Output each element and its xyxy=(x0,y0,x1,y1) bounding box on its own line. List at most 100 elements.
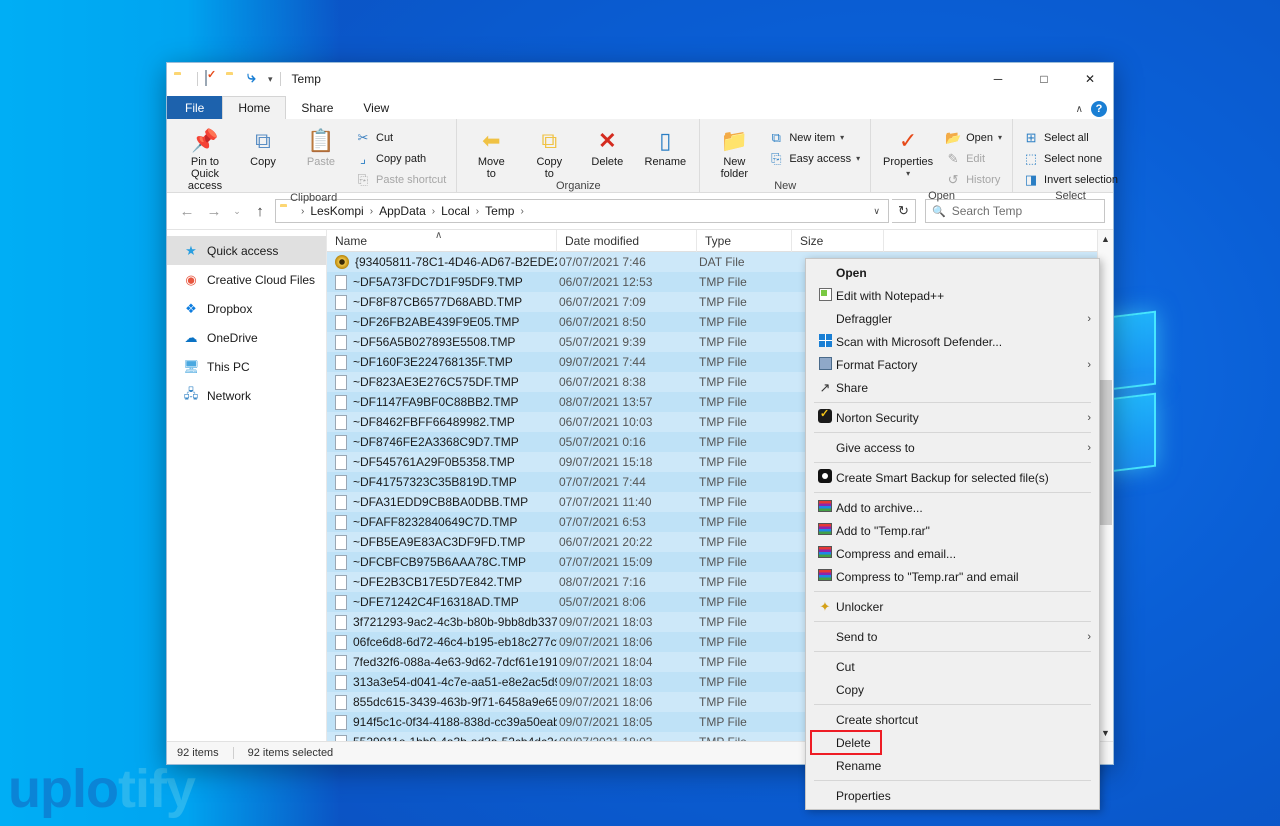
menu-item-open[interactable]: Open xyxy=(806,261,1099,284)
scrollbar-thumb[interactable] xyxy=(1099,380,1112,525)
properties-caret-icon[interactable]: ▾ xyxy=(906,168,910,180)
pin-to-quick-access-button[interactable]: 📌 Pin to Quick access xyxy=(177,123,233,193)
menu-item-cut[interactable]: Cut xyxy=(806,655,1099,678)
invert-selection-button[interactable]: ◨ Invert selection xyxy=(1019,169,1122,190)
menu-item-scan-with-microsoft-defender[interactable]: Scan with Microsoft Defender... xyxy=(806,330,1099,353)
menu-item-format-factory[interactable]: Format Factory › xyxy=(806,353,1099,376)
file-date-cell: 07/07/2021 6:53 xyxy=(559,515,646,529)
navigation-pane: ★ Quick access ◉ Creative Cloud Files ❖ … xyxy=(167,230,327,741)
move-to-button[interactable]: ⬅ Move to xyxy=(463,123,519,181)
history-button[interactable]: ↺ History xyxy=(941,169,1006,190)
ribbon-toolbar: 📌 Pin to Quick access ⧉ Copy 📋 Paste ✂ C… xyxy=(167,119,1118,204)
column-header-name[interactable]: Name ∧ xyxy=(327,229,557,252)
sidebar-item-network[interactable]: 🖧 Network xyxy=(167,381,326,410)
menu-item-norton-security[interactable]: Norton Security › xyxy=(806,406,1099,429)
menu-item-compress-to-temp-rar-and-email[interactable]: Compress to "Temp.rar" and email xyxy=(806,565,1099,588)
move-to-label: Move to xyxy=(477,156,505,180)
tab-share[interactable]: Share xyxy=(286,96,348,119)
copy-to-button[interactable]: ⧉ Copy to xyxy=(521,123,577,181)
paste-button[interactable]: 📋 Paste xyxy=(293,123,349,169)
file-date-cell: 09/07/2021 18:03 xyxy=(559,615,653,629)
menu-item-create-shortcut[interactable]: Create shortcut xyxy=(806,708,1099,731)
menu-item-label: Edit with Notepad++ xyxy=(836,288,945,303)
paste-label: Paste xyxy=(306,156,336,168)
select-all-button[interactable]: ⊞ Select all xyxy=(1019,127,1122,148)
menu-item-label: Rename xyxy=(836,758,882,773)
file-icon xyxy=(335,534,347,550)
scroll-up-arrow-icon[interactable]: ▲ xyxy=(1098,230,1113,247)
file-name-cell: 914f5c1c-0f34-4188-838d-cc39a50eabb3.... xyxy=(327,714,557,730)
breadcrumb-sep-1[interactable]: › xyxy=(369,206,374,217)
redo-icon[interactable]: ⤷ xyxy=(247,70,263,87)
new-item-caret-icon[interactable]: ▾ xyxy=(840,133,844,142)
new-item-button[interactable]: ⧉ New item ▾ xyxy=(764,127,864,148)
menu-item-unlocker[interactable]: ✦ Unlocker xyxy=(806,595,1099,618)
copy-button[interactable]: ⧉ Copy xyxy=(235,123,291,169)
easy-access-button[interactable]: ⎘ Easy access ▾ xyxy=(764,148,864,169)
breadcrumb-appdata[interactable]: AppData xyxy=(376,204,429,218)
properties-icon[interactable] xyxy=(205,70,221,87)
minimize-button[interactable]: ─ xyxy=(975,63,1021,94)
menu-item-rename[interactable]: Rename xyxy=(806,754,1099,777)
sidebar-item-this-pc[interactable]: 🖥 This PC xyxy=(167,352,326,381)
menu-item-create-smart-backup-for-selected-file-s[interactable]: Create Smart Backup for selected file(s) xyxy=(806,466,1099,489)
menu-item-delete[interactable]: Delete xyxy=(806,731,1099,754)
menu-item-share[interactable]: ↗ Share xyxy=(806,376,1099,399)
copy-path-button[interactable]: ⌟ Copy path xyxy=(351,148,450,169)
menu-item-send-to[interactable]: Send to › xyxy=(806,625,1099,648)
breadcrumb-sep-4[interactable]: › xyxy=(519,206,524,217)
breadcrumb-sep-2[interactable]: › xyxy=(431,206,436,217)
column-header-type[interactable]: Type xyxy=(697,229,792,252)
address-dropdown-icon[interactable]: ∨ xyxy=(867,206,886,217)
file-type-cell: TMP File xyxy=(699,355,747,369)
open-button[interactable]: 📂 Open ▾ xyxy=(941,127,1006,148)
paste-shortcut-button[interactable]: ⎘ Paste shortcut xyxy=(351,169,450,190)
sidebar-item-label: Creative Cloud Files xyxy=(207,272,316,287)
breadcrumb-sep-3[interactable]: › xyxy=(475,206,480,217)
menu-item-compress-and-email[interactable]: Compress and email... xyxy=(806,542,1099,565)
sidebar-item-creative-cloud-files[interactable]: ◉ Creative Cloud Files xyxy=(167,265,326,294)
menu-item-edit-with-notepad[interactable]: Edit with Notepad++ xyxy=(806,284,1099,307)
menu-item-properties[interactable]: Properties xyxy=(806,784,1099,807)
breadcrumb-leskompi[interactable]: LesKompi xyxy=(307,204,366,218)
tab-home[interactable]: Home xyxy=(222,96,287,119)
menu-item-copy[interactable]: Copy xyxy=(806,678,1099,701)
rename-button[interactable]: ▯ Rename xyxy=(637,123,693,169)
rename-label: Rename xyxy=(644,156,687,168)
context-menu[interactable]: Open Edit with Notepad++ Defraggler › Scan w… xyxy=(805,258,1100,810)
chevron-up-icon[interactable]: ∧ xyxy=(1076,104,1083,115)
menu-item-add-to-temp-rar[interactable]: Add to "Temp.rar" xyxy=(806,519,1099,542)
edit-button[interactable]: ✎ Edit xyxy=(941,148,1006,169)
delete-button[interactable]: ✕ Delete xyxy=(579,123,635,169)
sidebar-item-quick-access[interactable]: ★ Quick access xyxy=(167,236,326,265)
file-type-cell: TMP File xyxy=(699,315,747,329)
easy-access-caret-icon[interactable]: ▾ xyxy=(856,154,860,163)
menu-item-add-to-archive[interactable]: Add to archive... xyxy=(806,496,1099,519)
column-header-date-modified[interactable]: Date modified xyxy=(557,229,697,252)
folder-icon[interactable] xyxy=(174,71,190,87)
status-divider xyxy=(232,747,234,759)
breadcrumb-local[interactable]: Local xyxy=(438,204,473,218)
scroll-down-arrow-icon[interactable]: ▼ xyxy=(1098,724,1113,741)
tab-view[interactable]: View xyxy=(348,96,404,119)
tab-file[interactable]: File xyxy=(167,96,223,119)
select-none-button[interactable]: ⬚ Select none xyxy=(1019,148,1122,169)
new-folder-button[interactable]: 📁 New folder xyxy=(706,123,762,181)
breadcrumb-temp[interactable]: Temp xyxy=(482,204,517,218)
file-name-cell: ~DF8462FBFF66489982.TMP xyxy=(327,414,557,430)
file-type-cell: TMP File xyxy=(699,515,747,529)
cut-button[interactable]: ✂ Cut xyxy=(351,127,450,148)
column-header-size[interactable]: Size xyxy=(792,229,884,252)
help-icon[interactable]: ? xyxy=(1091,101,1107,117)
sidebar-item-onedrive[interactable]: ☁ OneDrive xyxy=(167,323,326,352)
close-button[interactable]: ✕ xyxy=(1067,63,1113,94)
menu-item-defraggler[interactable]: Defraggler › xyxy=(806,307,1099,330)
sidebar-item-label: This PC xyxy=(207,359,250,374)
menu-item-give-access-to[interactable]: Give access to › xyxy=(806,436,1099,459)
properties-button[interactable]: ✓ Properties ▾ xyxy=(877,123,939,180)
maximize-button[interactable]: □ xyxy=(1021,63,1067,94)
customize-caret-icon[interactable]: ▾ xyxy=(268,74,273,85)
sidebar-item-dropbox[interactable]: ❖ Dropbox xyxy=(167,294,326,323)
new-folder-icon[interactable] xyxy=(226,71,242,87)
open-caret-icon[interactable]: ▾ xyxy=(998,133,1002,142)
